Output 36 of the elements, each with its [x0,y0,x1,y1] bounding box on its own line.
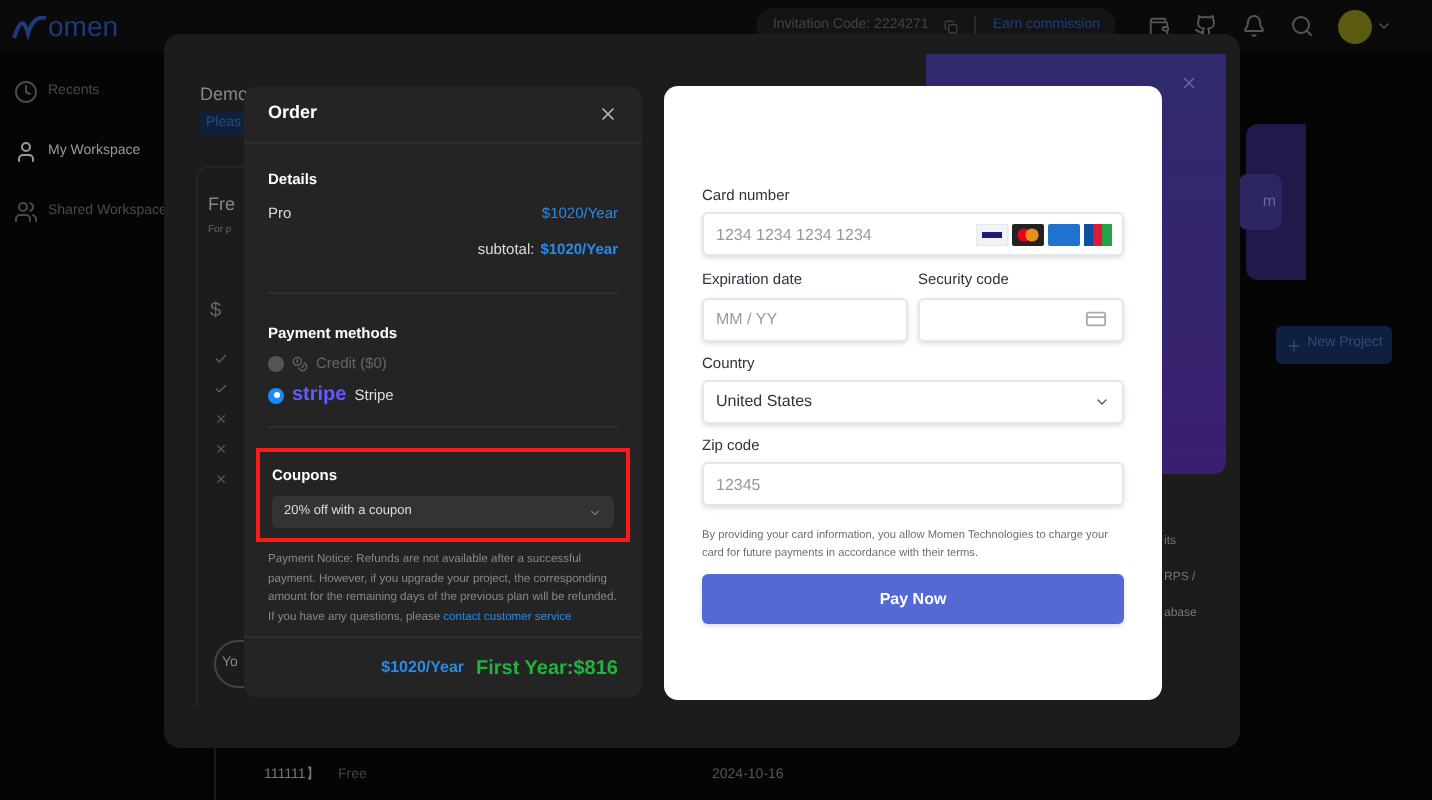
users-icon [14,200,38,224]
bell-icon[interactable] [1242,14,1266,38]
search-icon[interactable] [1290,14,1314,38]
dialog-title: Order [268,100,318,127]
annual-price: $1020/Year [381,656,465,680]
plan-title: Fre [208,192,235,218]
logo-text: omen [48,12,119,40]
copy-icon[interactable] [944,19,959,33]
avatar[interactable] [1338,9,1372,43]
zip-code-field[interactable]: 12345 [702,462,1124,506]
card-icon [1082,308,1110,330]
card-brands-icon [976,223,1112,246]
currency: $ [210,298,222,326]
expiry-field[interactable]: MM / YY [702,297,908,341]
security-code-field[interactable] [918,297,1124,341]
cross-icon [214,412,228,426]
coins-icon [292,355,308,371]
cross-icon [214,442,228,456]
close-icon[interactable] [598,104,618,124]
first-year-price: First Year:$816 [476,655,618,683]
pay-now-button[interactable]: Pay Now [702,574,1124,624]
chevron-icon[interactable] [1376,18,1392,34]
cross-icon [214,472,228,486]
github-icon[interactable] [1194,14,1218,38]
user-icon [14,140,38,164]
stripe-logo: stripe [292,385,347,405]
dialog-title: Demo [200,82,249,108]
clock-icon [14,80,38,104]
logo-icon [12,16,48,40]
promo-button[interactable]: m [1238,174,1282,230]
radio-button[interactable] [268,387,284,403]
check-icon [214,352,228,366]
plus-icon [1285,337,1302,353]
country-select[interactable]: United States [702,379,1124,424]
check-icon [214,382,228,396]
chevron-icon [588,505,602,520]
